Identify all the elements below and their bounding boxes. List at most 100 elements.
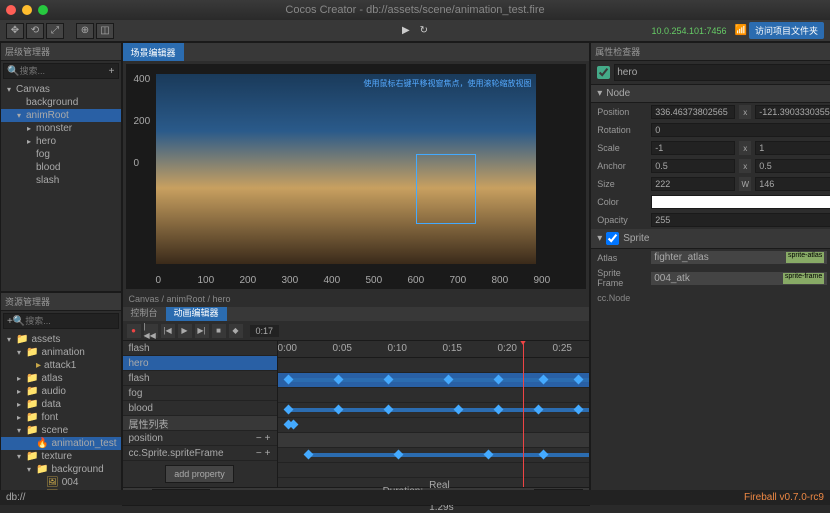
anchor-tool[interactable]: ⊕	[76, 23, 94, 39]
scene-tab[interactable]: 场景编辑器	[123, 43, 184, 61]
local-tool[interactable]: ◫	[96, 23, 114, 39]
keyframe[interactable]	[383, 375, 393, 385]
scale-y-input[interactable]	[755, 141, 830, 155]
hierarchy-item[interactable]: ▸hero	[1, 135, 121, 148]
atlas-value[interactable]: fighter_atlassprite-atlas	[651, 251, 827, 264]
keyframe[interactable]	[333, 405, 343, 415]
property-row[interactable]: position−+	[123, 431, 277, 446]
breadcrumb[interactable]: Canvas / animRoot / hero	[123, 292, 590, 307]
asset-item[interactable]: ▸📁atlas	[1, 372, 121, 385]
keyframe[interactable]	[483, 450, 493, 460]
canvas-area[interactable]: 使用鼠标右键平移视窗焦点，使用滚轮缩放视图	[156, 74, 536, 264]
track-row[interactable]: flash	[123, 371, 277, 386]
prev-frame-button[interactable]: |◀	[161, 324, 175, 338]
next-frame-button[interactable]: ▶|	[195, 324, 209, 338]
node-section[interactable]: ▾Node	[591, 85, 830, 103]
rotate-tool[interactable]: ⟲	[26, 23, 44, 39]
add-key-button[interactable]: ◆	[229, 324, 243, 338]
assets-search[interactable]: +🔍	[3, 313, 119, 329]
asset-item[interactable]: 🖼004	[1, 476, 121, 489]
add-icon[interactable]: +	[109, 66, 115, 77]
track[interactable]	[278, 403, 590, 418]
hierarchy-item[interactable]: blood	[1, 161, 121, 174]
stop-button[interactable]: ■	[212, 324, 226, 338]
track[interactable]	[278, 418, 590, 433]
asset-item[interactable]: ▾📁animation	[1, 346, 121, 359]
scene-viewport[interactable]: 使用鼠标右键平移视窗焦点，使用滚轮缩放视图 010020030040050060…	[126, 64, 587, 289]
keyframe[interactable]	[303, 450, 313, 460]
track-row[interactable]: flash	[123, 341, 277, 356]
scale-x-input[interactable]	[651, 141, 735, 155]
access-folder-button[interactable]: 访问项目文件夹	[749, 22, 824, 39]
node-enabled-checkbox[interactable]	[597, 66, 610, 79]
keyframe[interactable]	[383, 405, 393, 415]
first-frame-button[interactable]: |◀◀	[144, 324, 158, 338]
size-h-input[interactable]	[755, 177, 830, 191]
play-anim-button[interactable]: ▶	[178, 324, 192, 338]
sprite-section[interactable]: ▾Sprite✕	[591, 229, 830, 249]
keyframe[interactable]	[493, 405, 503, 415]
track-row[interactable]: fog	[123, 386, 277, 401]
pos-x-input[interactable]	[651, 105, 735, 119]
selection-gizmo[interactable]	[416, 154, 476, 224]
hierarchy-item[interactable]: fog	[1, 148, 121, 161]
asset-item[interactable]: ▾📁texture	[1, 450, 121, 463]
timeline-ruler[interactable]: 0:000:050:100:150:200:250:300:350:40	[278, 341, 590, 358]
property-row[interactable]: cc.Sprite.spriteFrame−+	[123, 446, 277, 461]
keyframe[interactable]	[533, 405, 543, 415]
asset-item[interactable]: ▾📁background	[1, 463, 121, 476]
keyframe[interactable]	[333, 375, 343, 385]
hierarchy-item[interactable]: background	[1, 96, 121, 109]
track[interactable]	[278, 373, 590, 388]
opacity-input[interactable]	[651, 213, 830, 227]
move-tool[interactable]: ✥	[6, 23, 24, 39]
add-property-button[interactable]: add property	[165, 465, 234, 483]
track[interactable]	[278, 388, 590, 403]
playhead[interactable]	[523, 341, 524, 487]
asset-item[interactable]: 🔥animation_test	[1, 437, 121, 450]
hierarchy-item[interactable]: slash	[1, 174, 121, 187]
asset-item[interactable]: ▾📁scene	[1, 424, 121, 437]
scale-tool[interactable]: ⤢	[46, 23, 64, 39]
minimize-window[interactable]	[22, 5, 32, 15]
keyframe[interactable]	[573, 375, 583, 385]
asset-item[interactable]: ▸📁font	[1, 411, 121, 424]
keyframe[interactable]	[493, 375, 503, 385]
keyframe[interactable]	[283, 375, 293, 385]
keyframe[interactable]	[443, 375, 453, 385]
asset-item[interactable]: ▸📁audio	[1, 385, 121, 398]
hierarchy-item[interactable]: ▾Canvas	[1, 83, 121, 96]
asset-item[interactable]: ▸📁data	[1, 398, 121, 411]
track-row[interactable]: blood	[123, 401, 277, 416]
rotation-input[interactable]	[651, 123, 830, 137]
hierarchy-search[interactable]: 🔍+	[3, 63, 119, 79]
close-window[interactable]	[6, 5, 16, 15]
ip-address: 10.0.254.101:7456	[651, 26, 726, 36]
hierarchy-title: 层级管理器	[5, 45, 50, 58]
color-picker[interactable]	[651, 195, 830, 209]
asset-item[interactable]: ▸attack1	[1, 359, 121, 372]
property-track[interactable]	[278, 463, 590, 478]
play-button[interactable]: ▶	[402, 25, 410, 36]
frame-value[interactable]: 004_atksprite-frame	[651, 272, 827, 285]
keyframe[interactable]	[283, 405, 293, 415]
keyframe[interactable]	[573, 405, 583, 415]
keyframe[interactable]	[453, 405, 463, 415]
keyframe[interactable]	[538, 450, 548, 460]
maximize-window[interactable]	[38, 5, 48, 15]
pos-y-input[interactable]	[755, 105, 830, 119]
keyframe[interactable]	[538, 375, 548, 385]
size-w-input[interactable]	[651, 177, 735, 191]
property-track[interactable]	[278, 448, 590, 463]
anchor-y-input[interactable]	[755, 159, 830, 173]
reload-button[interactable]: ↻	[420, 25, 428, 36]
track[interactable]	[278, 358, 590, 373]
anchor-x-input[interactable]	[651, 159, 735, 173]
node-name-input[interactable]	[614, 64, 830, 81]
track-row[interactable]: hero	[123, 356, 277, 371]
keyframe[interactable]	[393, 450, 403, 460]
record-button[interactable]: ●	[127, 324, 141, 338]
hierarchy-item[interactable]: ▾animRoot	[1, 109, 121, 122]
hierarchy-item[interactable]: ▸monster	[1, 122, 121, 135]
asset-item[interactable]: ▾📁assets	[1, 333, 121, 346]
